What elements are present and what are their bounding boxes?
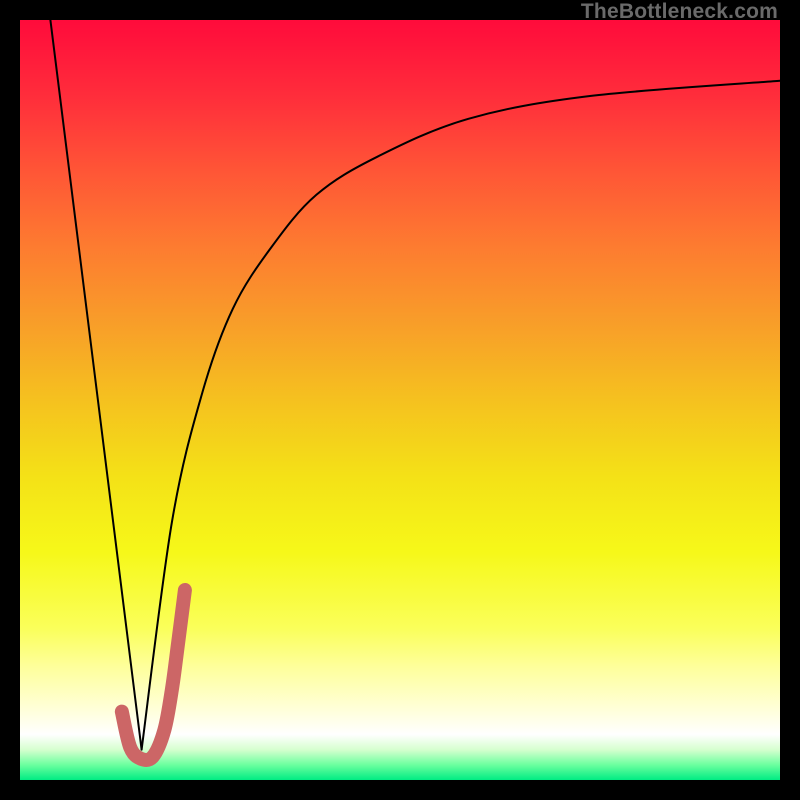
curve-left-branch: [50, 20, 141, 750]
curve-right-branch: [142, 81, 780, 750]
watermark-text: TheBottleneck.com: [581, 0, 778, 24]
chart-curves: [20, 20, 780, 780]
chart-frame: TheBottleneck.com: [0, 0, 800, 800]
